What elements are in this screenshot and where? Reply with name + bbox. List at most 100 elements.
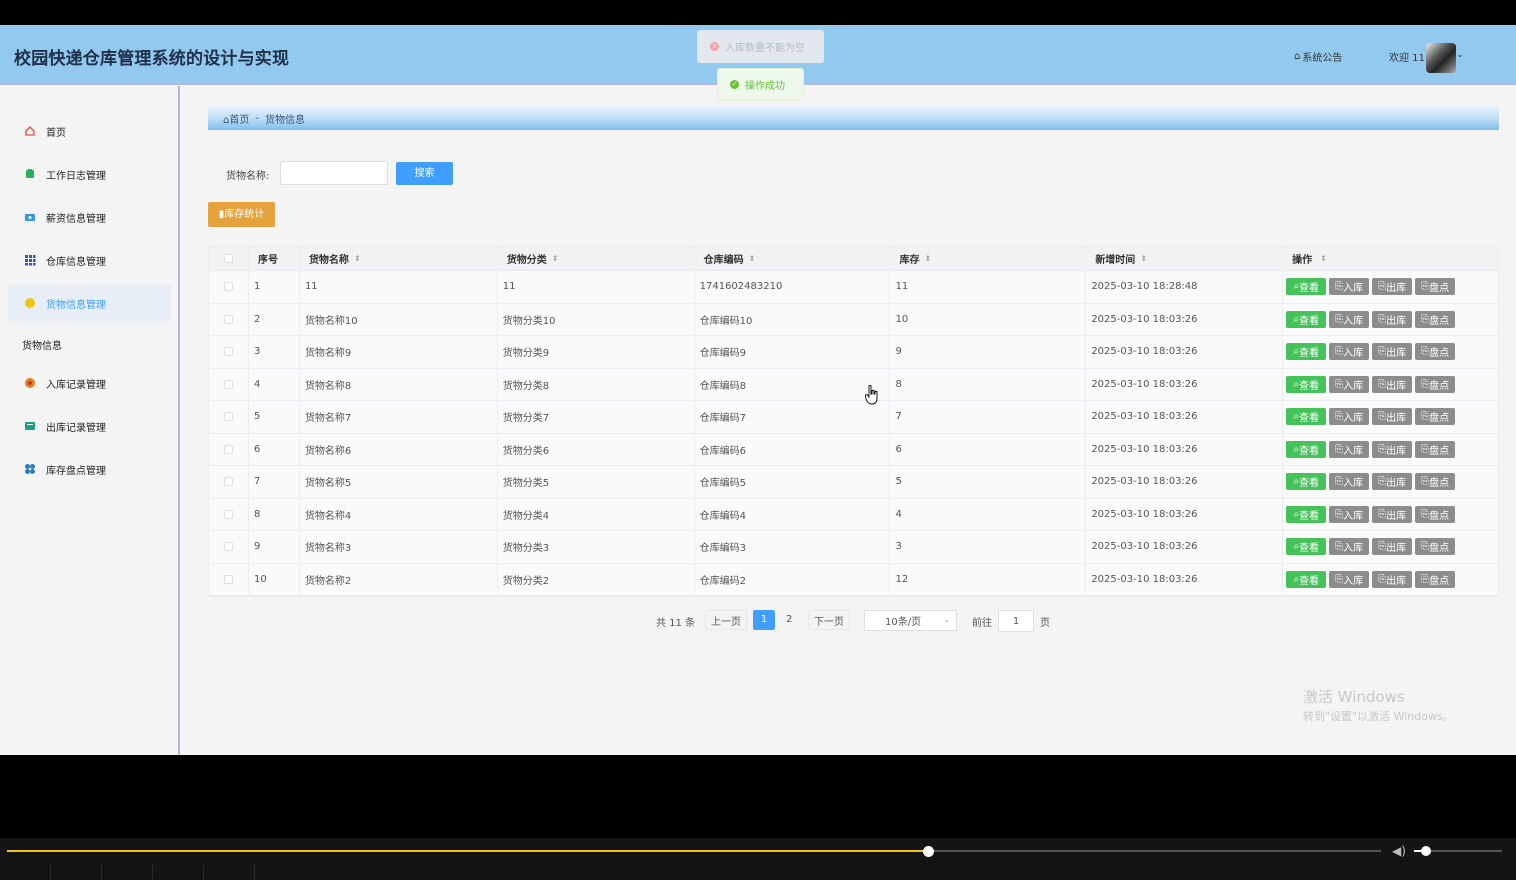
view-button[interactable]: ⌕ 查看 [1286,310,1327,328]
inbound-button[interactable]: ⎘ 入库 [1329,570,1370,588]
view-button[interactable]: ⌕ 查看 [1286,570,1327,588]
sidebar-item-inbound[interactable]: 入库记录管理 [8,365,171,401]
inventory-stats-button[interactable]: ▮库存统计 [208,202,275,227]
row-checkbox[interactable] [223,347,233,357]
sidebar-item-outbound[interactable]: 出库记录管理 [8,408,171,444]
inbound-button[interactable]: ⎘ 入库 [1329,310,1370,328]
sort-icon[interactable]: ⬍ [924,254,931,263]
row-checkbox[interactable] [223,282,233,292]
check-button[interactable]: ⎘ 盘点 [1415,505,1456,523]
cell-stock: 6 [890,433,1087,465]
sidebar-item-inventory[interactable]: 库存盘点管理 [8,451,171,487]
view-button[interactable]: ⌕ 查看 [1286,375,1327,393]
header-time[interactable]: 新增时间 ⬍ [1086,247,1284,270]
outbound-button[interactable]: ⎘ 出库 [1372,440,1413,458]
inbound-button[interactable]: ⎘ 入库 [1329,408,1370,426]
outbound-button[interactable]: ⎘ 出库 [1372,538,1413,556]
volume-slider[interactable] [1414,846,1502,856]
page-size-select[interactable]: 10条/页 ⌄ [864,610,957,631]
check-button[interactable]: ⎘ 盘点 [1415,473,1456,491]
windows-activation-watermark: 激活 Windows [1303,688,1405,706]
row-checkbox[interactable] [223,542,233,552]
header-stock[interactable]: 库存 ⬍ [890,247,1087,270]
row-checkbox[interactable] [223,574,233,584]
view-button[interactable]: ⌕ 查看 [1286,278,1327,296]
sidebar-group-goods-info[interactable]: 货物信息 [22,337,62,352]
cell-name: 货物名称8 [300,368,498,400]
check-button[interactable]: ⎘ 盘点 [1415,538,1456,556]
goods-name-search-input[interactable] [280,161,388,185]
select-all-checkbox[interactable] [223,254,233,263]
check-button[interactable]: ⎘ 盘点 [1415,408,1456,426]
volume-knob[interactable] [1420,846,1431,856]
header-category[interactable]: 货物分类 ⬍ [498,247,695,270]
inbound-button[interactable]: ⎘ 入库 [1329,440,1370,458]
progress-bar[interactable] [7,846,1381,857]
table-row: 6 货物名称6 货物分类6 仓库编码6 6 2025-03-10 18:03:26 ⌕ 查看 ⎘… [209,433,1498,466]
outbound-button[interactable]: ⎘ 出库 [1372,310,1413,328]
outbound-button[interactable]: ⎘ 出库 [1372,278,1413,296]
row-checkbox[interactable] [223,477,233,487]
outbound-button[interactable]: ⎘ 出库 [1372,343,1413,361]
outbound-button[interactable]: ⎘ 出库 [1372,408,1413,426]
check-button[interactable]: ⎘ 盘点 [1415,440,1456,458]
progress-knob[interactable] [922,846,934,857]
page-2-button[interactable]: 2 [786,614,792,625]
sidebar-item-worklog[interactable]: 工作日志管理 [8,156,171,192]
cell-code: 仓库编码8 [695,368,891,400]
check-button[interactable]: ⎘ 盘点 [1415,570,1456,588]
check-button[interactable]: ⎘ 盘点 [1415,310,1456,328]
sidebar-item-goods[interactable]: 货物信息管理 [8,285,171,321]
outbound-button[interactable]: ⎘ 出库 [1372,473,1413,491]
cell-name: 货物名称6 [300,433,498,465]
doc-icon: ⎘ [1378,281,1387,293]
prev-page-button[interactable]: 上一页 [705,610,747,630]
inbound-button[interactable]: ⎘ 入库 [1329,538,1370,556]
volume-icon[interactable]: ◀) [1392,844,1406,858]
outbound-button[interactable]: ⎘ 出库 [1372,570,1413,588]
inbound-button[interactable]: ⎘ 入库 [1329,278,1370,296]
sidebar-item-warehouse[interactable]: 仓库信息管理 [8,242,171,278]
sort-icon[interactable]: ⬍ [749,254,756,263]
sort-icon[interactable]: ⬍ [552,254,559,263]
row-checkbox[interactable] [223,444,233,454]
check-button[interactable]: ⎘ 盘点 [1415,375,1456,393]
search-button[interactable]: 搜索 [396,162,453,185]
next-page-button[interactable]: 下一页 [808,610,850,630]
outbound-button[interactable]: ⎘ 出库 [1372,375,1413,393]
header-name[interactable]: 货物名称 ⬍ [300,247,498,270]
stats-button-label: 库存统计 [224,209,265,220]
view-button[interactable]: ⌕ 查看 [1286,343,1327,361]
row-checkbox[interactable] [223,314,233,324]
sort-icon[interactable]: ⬍ [354,254,361,263]
row-checkbox[interactable] [223,509,233,519]
check-button[interactable]: ⎘ 盘点 [1415,278,1456,296]
sidebar-item-salary[interactable]: 薪资信息管理 [8,199,171,235]
system-notice-link[interactable]: ⌂ 系统公告 [1294,49,1342,64]
view-button[interactable]: ⌕ 查看 [1286,538,1327,556]
cell-code: 仓库编码10 [695,303,891,335]
goto-page-input[interactable]: 1 [998,610,1034,632]
header-code[interactable]: 仓库编码 ⬍ [695,247,891,270]
inbound-button[interactable]: ⎘ 入库 [1329,505,1370,523]
view-button[interactable]: ⌕ 查看 [1286,408,1327,426]
row-checkbox[interactable] [223,379,233,389]
check-button[interactable]: ⎘ 盘点 [1415,343,1456,361]
inbound-button[interactable]: ⎘ 入库 [1329,473,1370,491]
view-button[interactable]: ⌕ 查看 [1286,505,1327,523]
view-button[interactable]: ⌕ 查看 [1286,473,1327,491]
page-1-button[interactable]: 1 [753,610,775,630]
view-button[interactable]: ⌕ 查看 [1286,440,1327,458]
sort-icon[interactable]: ⬍ [1140,254,1147,263]
row-checkbox[interactable] [223,412,233,422]
cell-no: 4 [249,368,300,400]
inbound-button[interactable]: ⎘ 入库 [1329,343,1370,361]
chevron-down-icon[interactable]: ⌄ [1456,50,1464,60]
avatar[interactable] [1426,43,1456,73]
outbound-button[interactable]: ⎘ 出库 [1372,505,1413,523]
sidebar-item-label: 首页 [46,127,66,139]
sidebar-item-home[interactable]: 首页 [8,113,171,149]
sort-icon[interactable]: ⬍ [1320,254,1327,263]
inbound-button[interactable]: ⎘ 入库 [1329,375,1370,393]
breadcrumb-home[interactable]: ⌂首页 [223,111,249,126]
